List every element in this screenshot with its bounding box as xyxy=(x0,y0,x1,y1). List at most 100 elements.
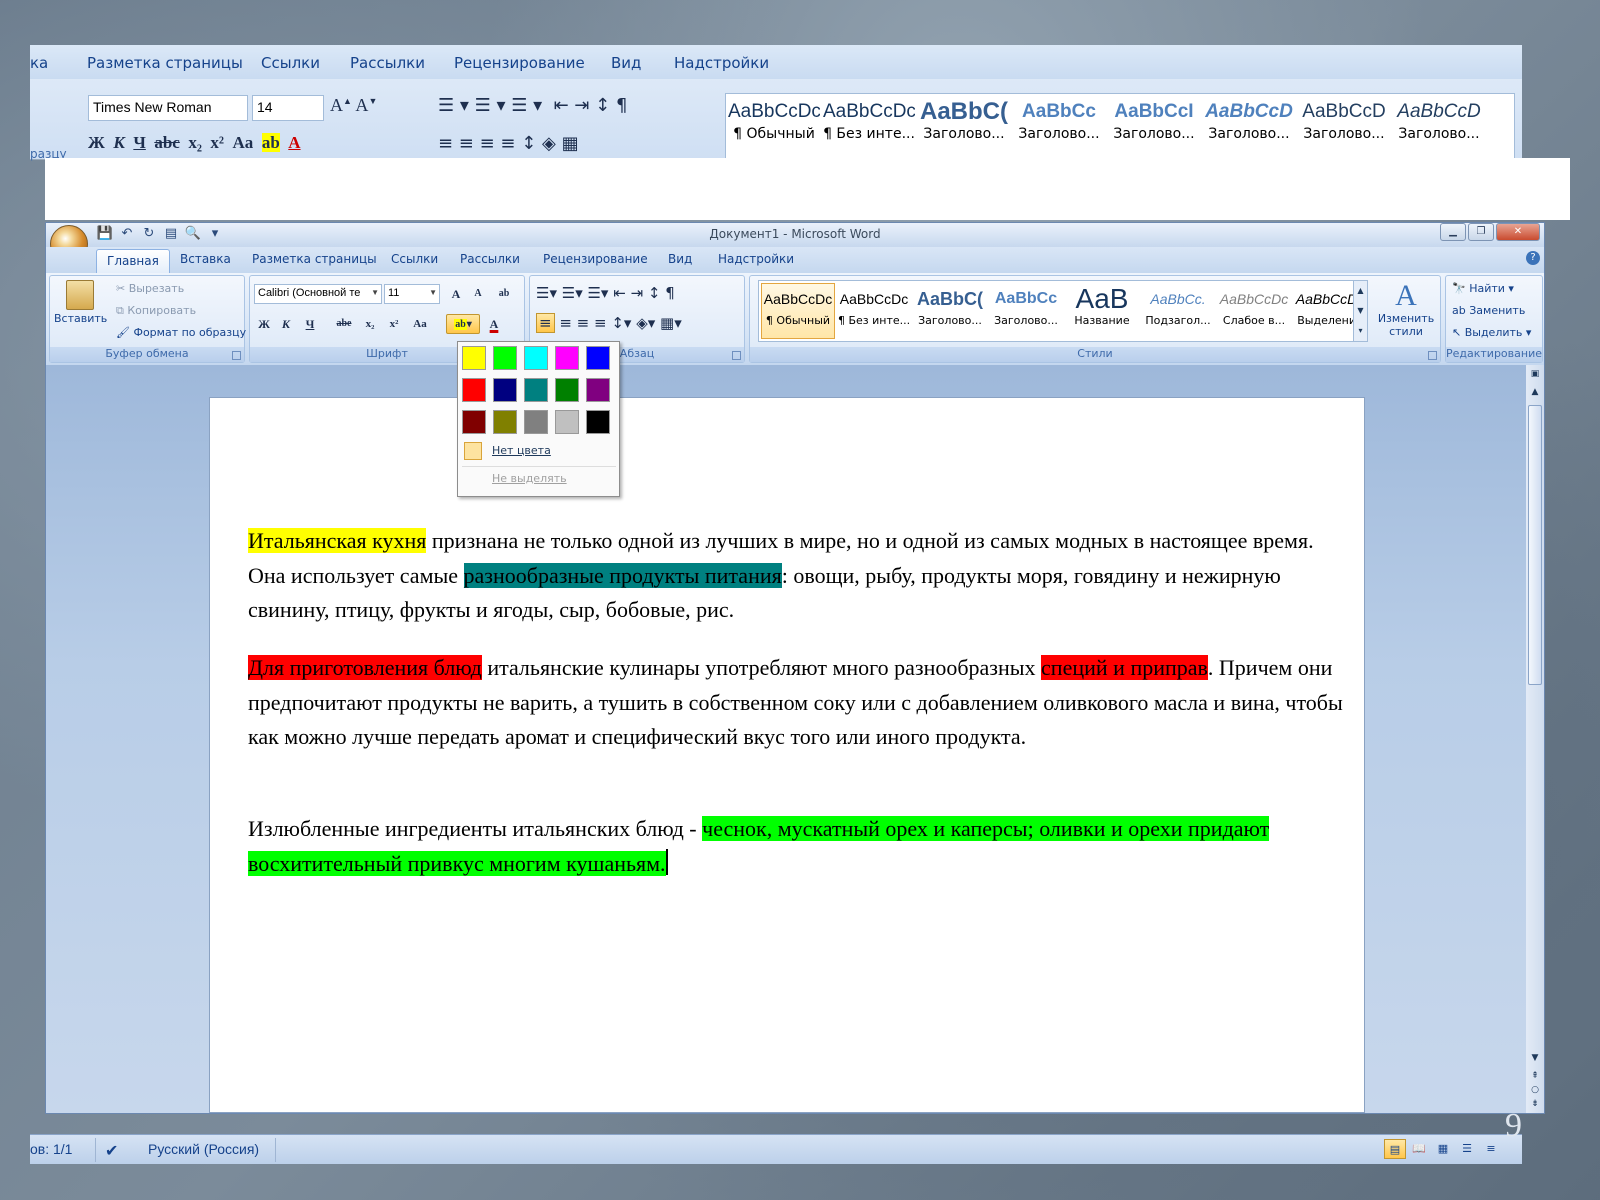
font-size-field[interactable]: 11 ▼ xyxy=(384,284,440,304)
find-button[interactable]: 🔭 Найти ▾ xyxy=(1452,282,1514,295)
italic-button[interactable]: К xyxy=(276,314,296,334)
color-swatch[interactable] xyxy=(462,378,486,402)
bg-font-name-field[interactable]: Times New Roman xyxy=(88,95,248,121)
no-color-option[interactable]: Нет цвета xyxy=(492,444,551,457)
color-swatch[interactable] xyxy=(586,346,610,370)
outline-view-icon[interactable]: ☰ xyxy=(1456,1139,1478,1159)
styles-launcher-icon[interactable] xyxy=(1428,351,1437,360)
style-subtle-emphasis[interactable]: AaBbCcDc Слабое в... xyxy=(1217,283,1291,339)
color-swatch[interactable] xyxy=(586,378,610,402)
color-swatch[interactable] xyxy=(524,410,548,434)
align-buttons[interactable]: ≡ ≡ ≡ ≡ ↕▾ ◈▾ ▦▾ xyxy=(536,313,682,333)
full-screen-reading-icon[interactable]: 📖 xyxy=(1408,1139,1430,1159)
restore-button[interactable]: ❐ xyxy=(1468,223,1494,241)
paragraph-2[interactable]: Для приготовления блюд итальянские кулин… xyxy=(248,651,1348,755)
bg-tab-mailings[interactable]: Рассылки xyxy=(350,54,425,72)
color-swatch[interactable] xyxy=(555,410,579,434)
color-swatch[interactable] xyxy=(555,378,579,402)
draft-view-icon[interactable]: ≡ xyxy=(1480,1139,1502,1159)
strikethrough-button[interactable]: abe xyxy=(334,314,354,334)
style-subtitle[interactable]: AaBbCc. Подзагол... xyxy=(1141,283,1215,339)
next-page-icon[interactable]: ⇟ xyxy=(1526,1099,1544,1113)
tab-references[interactable]: Ссылки xyxy=(391,252,438,266)
minimize-button[interactable]: ▁ xyxy=(1440,223,1466,241)
tab-mailings[interactable]: Рассылки xyxy=(460,252,520,266)
tab-addins[interactable]: Надстройки xyxy=(718,252,794,266)
tab-insert[interactable]: Вставка xyxy=(180,252,231,266)
help-icon[interactable]: ? xyxy=(1526,251,1540,265)
clipboard-launcher-icon[interactable] xyxy=(232,351,241,360)
styles-scroll-arrows[interactable]: ▲ ▼ ▾ xyxy=(1353,281,1367,341)
cut-button[interactable]: ✂ Вырезать xyxy=(116,282,184,295)
change-styles-button[interactable]: A Изменить стили xyxy=(1374,280,1438,339)
scrollbar-thumb[interactable] xyxy=(1528,405,1542,685)
bg-tab-addins[interactable]: Надстройки xyxy=(674,54,769,72)
paragraph-3[interactable]: Излюбленные ингредиенты итальянских блюд… xyxy=(248,812,1348,881)
list-buttons[interactable]: ☰▾ ☰▾ ☰▾ ⇤ ⇥ ↕ ¶ xyxy=(536,284,675,302)
stop-highlighting-option[interactable]: Не выделять xyxy=(492,472,567,485)
prev-page-icon[interactable]: ⇞ xyxy=(1526,1071,1544,1085)
bg-font-format-icons[interactable]: Ж К Ч abc x₂ x² Aa ab A xyxy=(88,133,301,153)
color-swatch[interactable] xyxy=(586,410,610,434)
web-layout-icon[interactable]: ▦ xyxy=(1432,1139,1454,1159)
copy-button[interactable]: ⧉ Копировать xyxy=(116,304,196,318)
bg-style-normal[interactable]: AaBbCcDc ¶ Обычный xyxy=(728,98,820,158)
style-normal[interactable]: AaBbCcDc ¶ Обычный xyxy=(761,283,835,339)
color-swatch[interactable] xyxy=(462,346,486,370)
bg-list-icons[interactable]: ☰ ▾ ☰ ▾ ☰ ▾ ⇤ ⇥ ↕ ¶ xyxy=(438,95,627,116)
page-count[interactable]: ов: 1/1 xyxy=(30,1141,72,1157)
color-swatch[interactable] xyxy=(462,410,486,434)
scroll-up-icon[interactable]: ▲ xyxy=(1526,387,1544,401)
bg-tab-references[interactable]: Ссылки xyxy=(261,54,320,72)
bg-style-heading1[interactable]: AaBbC(Заголово... xyxy=(918,98,1010,158)
document-page[interactable]: Итальянская кухня признана не только одн… xyxy=(209,397,1365,1113)
font-name-field[interactable]: Calibri (Основной те ▼ xyxy=(254,284,382,304)
color-swatch[interactable] xyxy=(555,346,579,370)
bg-tab-view[interactable]: Вид xyxy=(611,54,641,72)
tab-home[interactable]: Главная xyxy=(96,249,170,273)
bg-style-heading2[interactable]: AaBbCc Заголово... xyxy=(1013,98,1105,158)
format-painter-button[interactable]: 🖌 Формат по образцу xyxy=(116,326,246,339)
bold-button[interactable]: Ж xyxy=(254,314,274,334)
bg-tab-review[interactable]: Рецензирование xyxy=(454,54,585,72)
replace-button[interactable]: ab Заменить xyxy=(1452,304,1525,317)
color-swatch[interactable] xyxy=(524,378,548,402)
bg-font-size-field[interactable]: 14 xyxy=(252,95,324,121)
style-heading2[interactable]: AaBbCc Заголово... xyxy=(989,283,1063,339)
subscript-button[interactable]: x₂ xyxy=(360,314,380,334)
underline-button[interactable]: Ч xyxy=(300,314,320,334)
bg-grow-font-icon[interactable]: A▲ A▼ xyxy=(330,95,377,116)
bg-style-heading4[interactable]: AaBbCcD Заголово... xyxy=(1203,98,1295,158)
browse-object-icon[interactable]: ○ xyxy=(1526,1085,1544,1099)
paragraph-1[interactable]: Итальянская кухня признана не только одн… xyxy=(248,524,1348,628)
scroll-down-icon[interactable]: ▼ xyxy=(1526,1053,1544,1067)
change-case-button[interactable]: Aa xyxy=(410,314,430,334)
language-status[interactable]: Русский (Россия) xyxy=(148,1141,259,1157)
color-swatch[interactable] xyxy=(524,346,548,370)
clear-format-icon[interactable]: ab xyxy=(494,284,514,304)
paragraph-launcher-icon[interactable] xyxy=(732,351,741,360)
paste-button[interactable]: Вставить xyxy=(54,280,107,325)
superscript-button[interactable]: x² xyxy=(384,314,404,334)
bg-style-heading3[interactable]: AaBbCcI Заголово... xyxy=(1108,98,1200,158)
style-title[interactable]: AaB Название xyxy=(1065,283,1139,339)
tab-view[interactable]: Вид xyxy=(668,252,692,266)
highlight-color-button[interactable]: ab▾ xyxy=(446,314,480,334)
bg-tab-page-layout[interactable]: Разметка страницы xyxy=(87,54,243,72)
shrink-font-icon[interactable]: A xyxy=(468,284,488,304)
ruler-toggle-icon[interactable]: ▣ xyxy=(1526,369,1544,383)
grow-font-icon[interactable]: A xyxy=(446,284,466,304)
tab-review[interactable]: Рецензирование xyxy=(543,252,648,266)
proofing-icon[interactable]: ✔ xyxy=(105,1141,118,1161)
bg-style-no-spacing[interactable]: AaBbCcDc ¶ Без инте... xyxy=(823,98,915,158)
style-no-spacing[interactable]: AaBbCcDc ¶ Без инте... xyxy=(837,283,911,339)
bg-style-heading6[interactable]: AaBbCcD Заголово... xyxy=(1393,98,1485,158)
font-color-icon[interactable]: A xyxy=(484,314,504,334)
align-left-icon[interactable]: ≡ xyxy=(536,313,555,333)
color-swatch[interactable] xyxy=(493,410,517,434)
close-button[interactable]: ✕ xyxy=(1496,223,1540,241)
style-heading1[interactable]: AaBbC(Заголово... xyxy=(913,283,987,339)
vertical-scrollbar[interactable]: ▣ ▲ ▼ ⇞ ○ ⇟ xyxy=(1526,365,1544,1113)
bg-align-icons[interactable]: ≡ ≡ ≡ ≡ ↕ ◈ ▦ xyxy=(438,133,579,154)
select-button[interactable]: ↖ Выделить ▾ xyxy=(1452,326,1531,339)
